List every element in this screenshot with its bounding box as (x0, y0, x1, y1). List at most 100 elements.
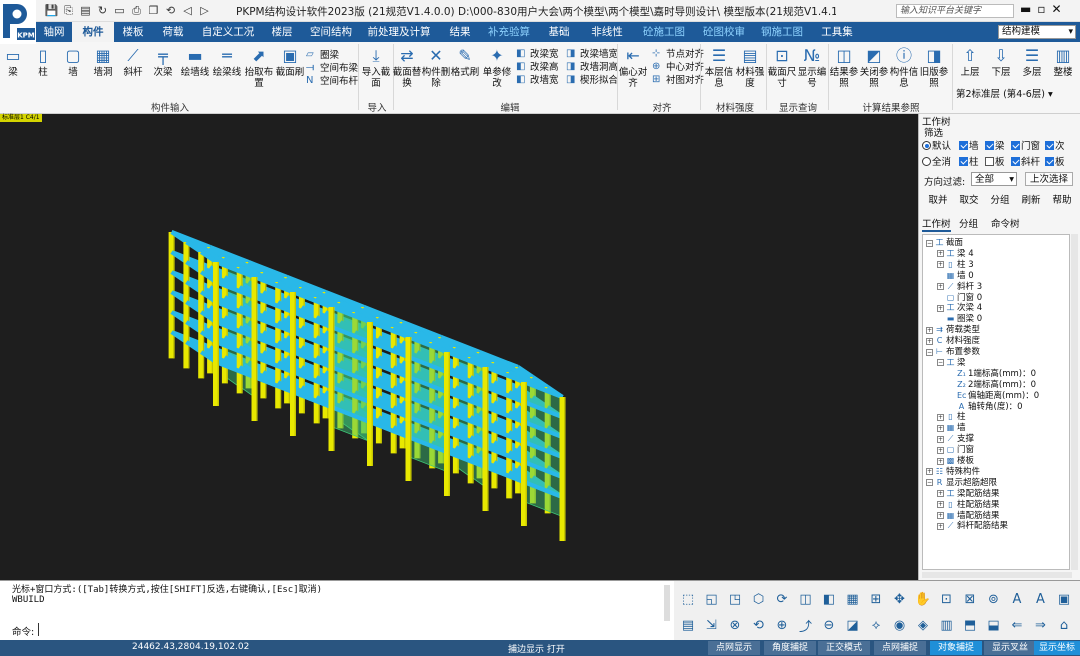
tree-node[interactable]: A 轴转角(度)：0 (948, 402, 1023, 412)
status-toggle-6[interactable]: 显示坐标 (1034, 641, 1080, 655)
ribbon-btn-edit-3[interactable]: ✦ 单参修改 (482, 45, 512, 89)
tree-node[interactable]: + ⟋ 斜杆 3 (937, 282, 982, 292)
status-toggle-2[interactable]: 正交模式 (818, 641, 870, 655)
tree-node[interactable]: + ☷ 特殊构件 (926, 467, 980, 477)
snap-icon[interactable]: ⟡ (866, 615, 886, 635)
tree-node[interactable]: + ▦ 墙 (937, 423, 966, 433)
ribbon-btn-results-1[interactable]: ◩ 关闭参照 (859, 45, 889, 89)
tree-expand-icon[interactable]: + (937, 413, 944, 421)
save-icon[interactable]: 💾 (44, 3, 59, 18)
stack-icon[interactable]: ▥ (937, 615, 957, 635)
font-down-icon[interactable]: A (1031, 589, 1051, 609)
tree-expand-icon[interactable]: − (926, 479, 933, 487)
panel-action-0[interactable]: 取并 (924, 194, 952, 208)
restore-button[interactable]: ▫ (1037, 2, 1045, 16)
zoom-window-icon[interactable]: ⊡ (937, 589, 957, 609)
panel-action-2[interactable]: 分组 (986, 194, 1014, 208)
tree-node[interactable]: + ▦ 墙配筋结果 (937, 511, 1000, 521)
tree-expand-icon[interactable] (937, 272, 944, 279)
panel-tab-2[interactable]: 命令树 (991, 216, 1020, 230)
open-icon[interactable]: ⎘ (61, 3, 76, 18)
menu-tab-8[interactable]: 结果 (438, 22, 482, 42)
zoom-all-icon[interactable]: ⊠ (960, 589, 980, 609)
wire-icon[interactable]: ◧ (819, 589, 839, 609)
ribbon-small-align-1[interactable]: ⊕ 中心对齐 (652, 59, 704, 74)
ribbon-btn-import[interactable]: ⤓ 导入截面 (361, 45, 391, 89)
measure-icon[interactable]: ◈ (913, 615, 933, 635)
tree-node[interactable]: + C 材料强度 (926, 336, 980, 346)
menu-tab-14[interactable]: 钢施工图 (752, 22, 812, 42)
menu-tab-2[interactable]: 楼板 (114, 22, 152, 42)
tree-expand-icon[interactable]: − (937, 359, 944, 367)
view-side-icon[interactable]: ◳ (725, 589, 745, 609)
minimize-button[interactable]: ▬ (1020, 2, 1031, 16)
tree-expand-icon[interactable]: + (937, 490, 944, 498)
tree-horizontal-scrollbar[interactable] (922, 572, 1072, 578)
ribbon-small-ci-0[interactable]: ▱ 圈梁 (306, 47, 339, 62)
menu-tab-6[interactable]: 空间结构 (302, 22, 360, 42)
save-as-icon[interactable]: ▤ (78, 3, 93, 18)
ribbon-btn-floor-2[interactable]: ☰ 多层 (1017, 45, 1047, 78)
status-toggle-1[interactable]: 角度捕捉 (764, 641, 816, 655)
tree-expand-icon[interactable]: + (937, 261, 944, 269)
filter-1-4[interactable]: 板 (1045, 154, 1065, 168)
menu-tab-13[interactable]: 砼图校审 (696, 22, 752, 42)
rotate-icon[interactable]: ⟳ (772, 589, 792, 609)
tree-expand-icon[interactable]: + (937, 304, 944, 312)
close-button[interactable]: ✕ (1051, 2, 1061, 16)
tree-expand-icon[interactable]: − (926, 239, 933, 247)
tree-expand-icon[interactable]: + (926, 337, 933, 345)
ribbon-btn-edit-2[interactable]: ✎ 格式刷 (450, 45, 480, 78)
menu-tab-10[interactable]: 基础 (536, 22, 582, 42)
command-scrollbar[interactable] (664, 585, 670, 621)
tree-node[interactable]: + ▩ 楼板 (937, 456, 974, 466)
menu-tab-7[interactable]: 前处理及计算 (360, 22, 438, 42)
pan-icon[interactable]: ✋ (913, 589, 933, 609)
tree-node[interactable]: + 工次梁 4 (937, 303, 982, 313)
tree-node[interactable]: Z₂ 2端标高(mm)：0 (948, 380, 1036, 390)
panel-action-1[interactable]: 取交 (955, 194, 983, 208)
display-icon[interactable]: ◉ (890, 615, 910, 635)
filter-1-2[interactable]: 板 (985, 154, 1005, 168)
dwg-icon[interactable]: ▣ (1054, 589, 1074, 609)
tree-node[interactable]: + 工梁配筋结果 (937, 489, 1000, 499)
font-up-icon[interactable]: A (1007, 589, 1027, 609)
tree-node[interactable]: + ▯ 柱 3 (937, 260, 974, 270)
ribbon-btn-ci-8[interactable]: ⬈ 抬取布置 (244, 45, 274, 89)
previous-selection-button[interactable]: 上次选择 (1025, 172, 1073, 186)
remove-icon[interactable]: ⊖ (819, 615, 839, 635)
menu-tab-11[interactable]: 非线性 (582, 22, 632, 42)
tree-expand-icon[interactable] (948, 392, 955, 399)
tree-node[interactable]: + ▢ 门窗 (937, 445, 974, 455)
ruler-icon[interactable]: ▭ (112, 3, 127, 18)
panel-action-3[interactable]: 刷新 (1017, 194, 1045, 208)
ribbon-btn-material[interactable]: ▤ 材料强度 (735, 45, 765, 89)
ribbon-btn-ci-3[interactable]: ▦ 墙洞 (88, 45, 118, 78)
forward-icon[interactable]: ⇒ (1031, 615, 1051, 635)
menu-tab-5[interactable]: 楼层 (262, 22, 302, 42)
tree-expand-icon[interactable]: + (937, 501, 944, 509)
tree-node[interactable]: + ▯ 柱 (937, 412, 966, 422)
panel-action-4[interactable]: 帮助 (1048, 194, 1076, 208)
delete-icon[interactable]: ⊗ (725, 615, 745, 635)
tree-expand-icon[interactable]: + (937, 250, 944, 258)
tree-node[interactable]: − R 显示超筋超限 (926, 478, 997, 488)
ribbon-btn-edit-0[interactable]: ⇄ 截面替换 (392, 45, 422, 89)
tree-node[interactable]: Z₁ 1端标高(mm)：0 (948, 369, 1036, 379)
undo-view-icon[interactable]: ⟲ (749, 615, 769, 635)
tree-expand-icon[interactable]: + (937, 457, 944, 465)
ribbon-small-edit-b-1[interactable]: ◨ 改墙洞高 (566, 59, 618, 74)
tree-node[interactable]: + ⟋ 斜杆配筋结果 (937, 521, 1008, 531)
ribbon-btn-results-3[interactable]: ◨ 旧版参照 (919, 45, 949, 89)
menu-tab-9[interactable]: 补充验算 (482, 22, 536, 42)
ribbon-btn-floor-1[interactable]: ⇩ 下层 (986, 45, 1016, 78)
ribbon-btn-ci-0[interactable]: ▭ 梁 (0, 45, 28, 78)
ribbon-btn-results-2[interactable]: ⓘ 构件信息 (889, 45, 919, 89)
filter-0-3[interactable]: 门窗 (1011, 138, 1040, 152)
section-a-icon[interactable]: ⬒ (960, 615, 980, 635)
filter-1-1[interactable]: 柱 (959, 154, 979, 168)
direction-filter-select[interactable]: 全部 ▾ (971, 172, 1017, 186)
view-fit-icon[interactable]: ◫ (796, 589, 816, 609)
back-icon[interactable]: ◁ (180, 3, 195, 18)
command-input[interactable] (38, 623, 662, 636)
